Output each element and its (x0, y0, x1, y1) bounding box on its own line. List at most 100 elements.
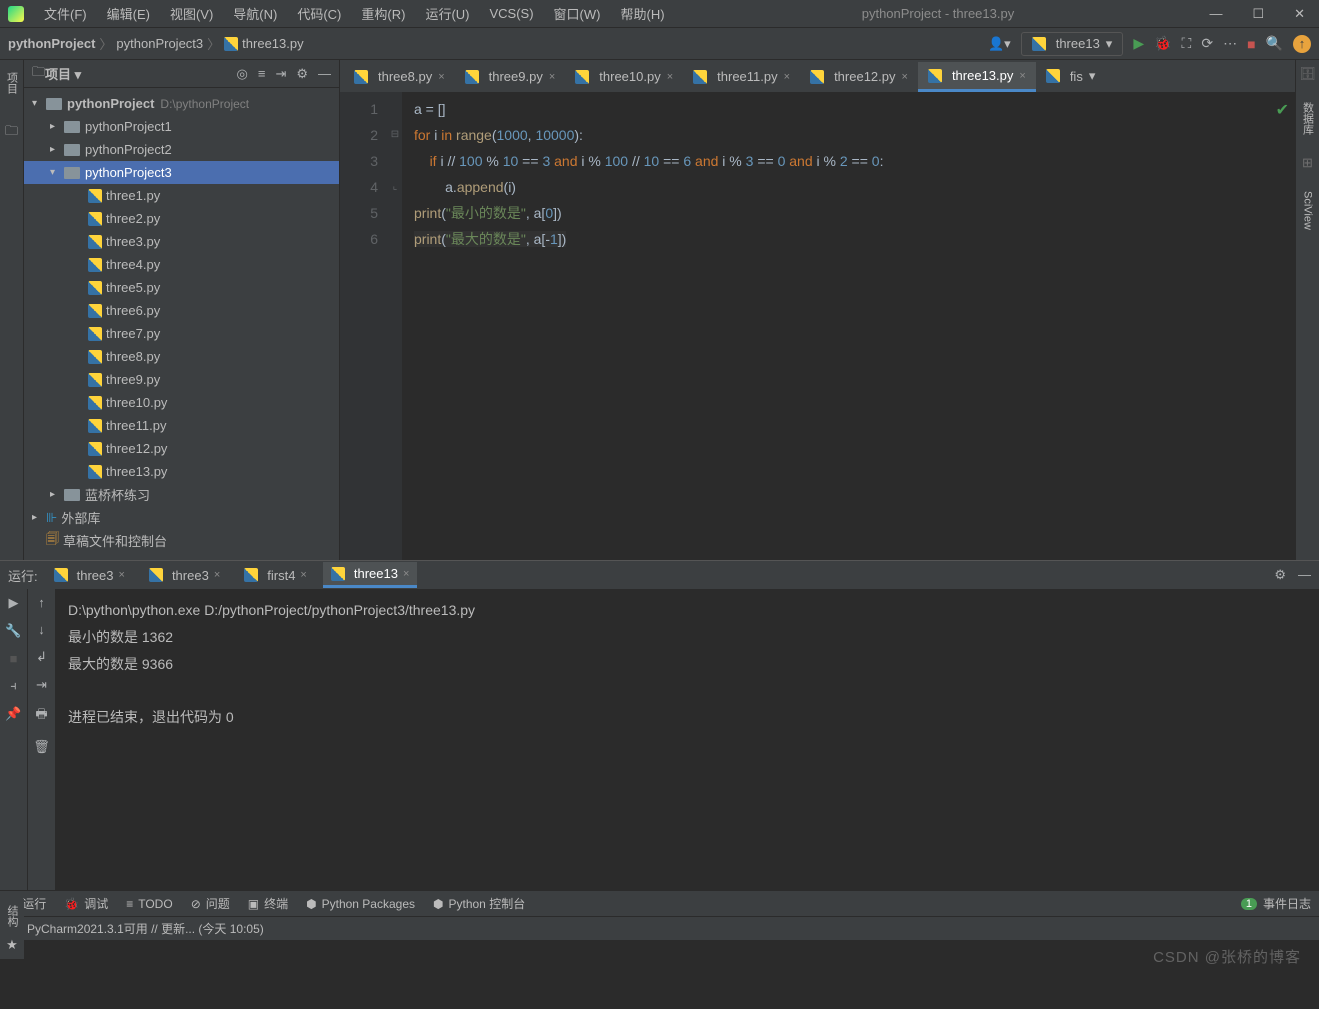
close-tab-icon[interactable]: × (438, 71, 444, 83)
toolstrip-python-packages[interactable]: ⬢Python Packages (306, 897, 415, 911)
rerun-button[interactable]: ▶ (9, 595, 19, 611)
console-output[interactable]: D:\python\python.exe D:/pythonProject/py… (56, 589, 1319, 890)
close-tab-icon[interactable]: × (300, 569, 306, 581)
menu-vcs[interactable]: VCS(S) (481, 2, 541, 25)
close-tab-icon[interactable]: × (403, 568, 409, 580)
tree-root[interactable]: ▾pythonProjectD:\pythonProject (24, 92, 339, 115)
run-tab[interactable]: three3× (46, 564, 133, 587)
gear-icon[interactable]: ⚙ (1274, 567, 1286, 583)
trash-icon[interactable]: 🗑 (33, 739, 50, 755)
favorites-icon[interactable]: ★ (6, 937, 18, 953)
soft-wrap-icon[interactable]: ↲ (36, 649, 47, 665)
tree-file[interactable]: three5.py (24, 276, 339, 299)
menu-run[interactable]: 运行(U) (417, 0, 477, 27)
tree-file[interactable]: three10.py (24, 391, 339, 414)
hide-panel-icon[interactable]: — (1298, 567, 1311, 583)
tree-scratches[interactable]: 🗐草稿文件和控制台 (24, 529, 339, 552)
run-tab-active[interactable]: three13× (323, 562, 418, 588)
tree-file[interactable]: three6.py (24, 299, 339, 322)
editor-tab[interactable]: three12.py× (800, 63, 918, 92)
close-tab-icon[interactable]: × (902, 71, 908, 83)
tree-folder-selected[interactable]: ▾pythonProject3 (24, 161, 339, 184)
menu-view[interactable]: 视图(V) (162, 0, 221, 27)
crumb-file[interactable]: three13.py (224, 36, 303, 52)
tree-folder[interactable]: ▸蓝桥杯练习 (24, 483, 339, 506)
tree-file[interactable]: three7.py (24, 322, 339, 345)
sidebar-tab-sciview[interactable]: SciView (1302, 191, 1314, 230)
menu-navigate[interactable]: 导航(N) (225, 0, 285, 27)
minimize-button[interactable]: — (1203, 4, 1228, 24)
chevron-down-icon[interactable]: ▾ (1089, 68, 1096, 84)
inspection-ok-icon[interactable]: ✔ (1276, 98, 1289, 124)
menu-help[interactable]: 帮助(H) (612, 0, 672, 27)
close-window-button[interactable]: ✕ (1288, 4, 1311, 24)
locate-file-icon[interactable]: ◎ (237, 66, 248, 82)
close-tab-icon[interactable]: × (549, 71, 555, 83)
stop-button[interactable]: ■ (10, 651, 18, 666)
fold-gutter[interactable]: ⊟⌞ (388, 92, 402, 560)
menu-edit[interactable]: 编辑(E) (99, 0, 158, 27)
editor-tab[interactable]: fis▾ (1036, 62, 1106, 92)
print-icon[interactable]: 🖶 (35, 705, 47, 727)
tree-file[interactable]: three11.py (24, 414, 339, 437)
toolstrip-terminal[interactable]: ▣终端 (248, 895, 288, 912)
debug-button[interactable]: 🐞 (1154, 35, 1171, 52)
menu-file[interactable]: 文件(F) (36, 0, 95, 27)
maximize-button[interactable]: ☐ (1246, 4, 1270, 24)
settings-icon[interactable]: ⚙ (296, 66, 308, 82)
tree-file[interactable]: three3.py (24, 230, 339, 253)
search-everywhere-icon[interactable]: 🔍 (1266, 35, 1283, 52)
sidebar-tab-database[interactable]: 数据库 (1300, 102, 1316, 135)
user-icon[interactable]: 👤▾ (988, 36, 1011, 52)
code-editor[interactable]: ✔ 123456 ⊟⌞ a = [] for i in range(1000, … (340, 92, 1295, 560)
menu-window[interactable]: 窗口(W) (546, 0, 609, 27)
editor-tab[interactable]: three10.py× (565, 63, 683, 92)
run-button[interactable]: ▶ (1133, 35, 1144, 52)
toolstrip-debug[interactable]: 🐞调试 (64, 895, 108, 912)
menu-code[interactable]: 代码(C) (289, 0, 349, 27)
coverage-button[interactable]: ⛶ (1182, 35, 1192, 52)
tree-file[interactable]: three4.py (24, 253, 339, 276)
close-tab-icon[interactable]: × (119, 569, 125, 581)
update-available-icon[interactable]: ↑ (1293, 35, 1311, 53)
sciview-icon[interactable]: ⊞ (1302, 155, 1313, 171)
profile-button[interactable]: ⟳ (1201, 35, 1213, 52)
tree-file[interactable]: three8.py (24, 345, 339, 368)
close-tab-icon[interactable]: × (784, 71, 790, 83)
run-tab[interactable]: first4× (236, 564, 315, 587)
toolstrip-todo[interactable]: ≡TODO (126, 897, 172, 911)
project-tree[interactable]: ▾pythonProjectD:\pythonProject ▸pythonPr… (24, 88, 339, 560)
attach-button[interactable]: ⋯ (1223, 35, 1237, 52)
hide-panel-icon[interactable]: — (318, 66, 331, 82)
sidebar-tab-structure[interactable]: 结构 (4, 905, 20, 927)
crumb-root[interactable]: pythonProject (8, 36, 95, 51)
close-tab-icon[interactable]: × (1019, 70, 1025, 82)
sidebar-tab-project[interactable]: 项目 (2, 64, 22, 102)
toolstrip-event-log[interactable]: 事件日志 (1263, 895, 1311, 912)
tree-file[interactable]: three9.py (24, 368, 339, 391)
tree-file[interactable]: three1.py (24, 184, 339, 207)
layout-icon[interactable]: ⫞ (10, 678, 17, 694)
close-tab-icon[interactable]: × (667, 71, 673, 83)
tree-folder[interactable]: ▸pythonProject2 (24, 138, 339, 161)
scroll-to-end-icon[interactable]: ⇥ (36, 677, 47, 693)
tree-file[interactable]: three2.py (24, 207, 339, 230)
up-arrow-icon[interactable]: ↑ (38, 595, 45, 610)
editor-tab[interactable]: three11.py× (683, 63, 800, 92)
database-icon[interactable]: 🗄 (1299, 66, 1316, 82)
editor-tab[interactable]: three9.py× (455, 63, 566, 92)
run-tab[interactable]: three3× (141, 564, 228, 587)
tree-file[interactable]: three12.py (24, 437, 339, 460)
close-tab-icon[interactable]: × (214, 569, 220, 581)
stop-button[interactable]: ■ (1247, 36, 1255, 52)
pin-icon[interactable]: 📌 (5, 706, 21, 722)
down-arrow-icon[interactable]: ↓ (38, 622, 45, 637)
run-config-selector[interactable]: three13 ▾ (1021, 32, 1124, 56)
tree-folder[interactable]: ▸pythonProject1 (24, 115, 339, 138)
toolstrip-problems[interactable]: ⊘问题 (191, 895, 230, 912)
tree-external-libs[interactable]: ▸⊪外部库 (24, 506, 339, 529)
editor-tab[interactable]: three8.py× (344, 63, 455, 92)
toolstrip-python-console[interactable]: ⬢Python 控制台 (433, 895, 525, 912)
collapse-all-icon[interactable]: ⇥ (275, 66, 286, 82)
project-files-icon[interactable]: 🗀 (5, 122, 18, 144)
